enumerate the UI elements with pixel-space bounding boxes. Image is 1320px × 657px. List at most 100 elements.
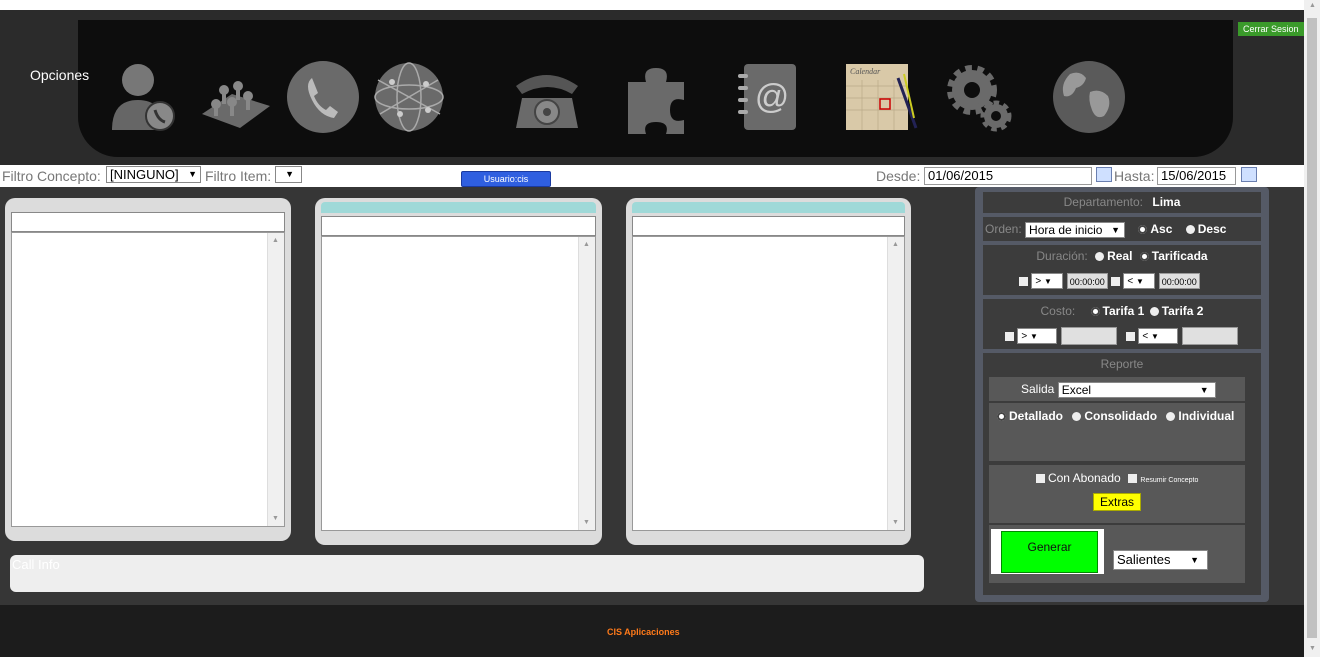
asc-label: Asc xyxy=(1150,222,1173,236)
list-scrollbar[interactable]: ▲ ▼ xyxy=(578,237,595,530)
calendar-icon[interactable]: Calendar xyxy=(840,58,918,136)
chevron-down-icon: ▼ xyxy=(1043,277,1052,286)
scroll-down-icon[interactable]: ▼ xyxy=(1309,645,1316,652)
con-abonado-checkbox[interactable]: Con Abonado xyxy=(1035,471,1121,485)
direction-select-value: Salientes xyxy=(1117,552,1171,567)
output-label: Salida xyxy=(1021,382,1055,396)
item-column: ▲ ▼ xyxy=(315,198,602,545)
calendar-icon-label: Calendar xyxy=(850,67,881,76)
calendar-picker-icon[interactable] xyxy=(1241,167,1257,182)
cost-max-input[interactable] xyxy=(1181,327,1238,345)
extras-button[interactable]: Extras xyxy=(1092,493,1141,511)
concept-list[interactable]: ▲ ▼ xyxy=(11,232,285,527)
cost-lt-select[interactable]: < ▼ xyxy=(1138,328,1179,344)
real-radio[interactable]: Real xyxy=(1095,249,1132,263)
concept-filter-select[interactable]: [NINGUNO] ▼ xyxy=(106,166,201,183)
resumir-concepto-label: Resumir Concepto xyxy=(1140,477,1199,484)
order-select[interactable]: Hora de inicio ▼ xyxy=(1025,221,1126,238)
consolidado-radio[interactable]: Consolidado xyxy=(1072,409,1157,423)
calls-list[interactable]: ▲ ▼ xyxy=(632,236,905,531)
report-extras-row: Con Abonado Resumir Concepto Extras xyxy=(989,465,1245,523)
department-row: Departamento: Lima xyxy=(983,192,1261,213)
duration-gt-value: > xyxy=(1035,276,1042,287)
resumir-concepto-checkbox[interactable]: Resumir Concepto xyxy=(1128,471,1198,485)
call-info-label: Call Info xyxy=(12,557,60,572)
radio-icon xyxy=(997,412,1006,422)
duration-min-checkbox[interactable] xyxy=(1019,276,1028,286)
desc-radio[interactable]: Desc xyxy=(1185,222,1227,236)
puzzle-icon[interactable] xyxy=(618,58,696,136)
scroll-down-icon[interactable]: ▼ xyxy=(892,519,899,526)
tarificada-radio[interactable]: Tarificada xyxy=(1139,249,1208,263)
output-select-value: Excel xyxy=(1061,382,1092,397)
scroll-down-icon[interactable]: ▼ xyxy=(272,515,279,522)
from-date-input[interactable]: 01/06/2015 xyxy=(924,167,1092,185)
radio-icon xyxy=(1185,225,1195,235)
duration-gt-select[interactable]: > ▼ xyxy=(1031,273,1064,289)
output-select[interactable]: Excel ▼ xyxy=(1057,381,1216,398)
chevron-down-icon: ▼ xyxy=(1151,332,1159,341)
calendar-picker-icon[interactable] xyxy=(1096,167,1112,182)
user-button[interactable]: Usuario:cis xyxy=(461,171,551,187)
column-header xyxy=(632,202,905,213)
con-abonado-label: Con Abonado xyxy=(1047,471,1121,485)
scroll-up-icon[interactable]: ▲ xyxy=(583,241,590,248)
cost-min-checkbox[interactable] xyxy=(1005,331,1014,341)
radio-icon xyxy=(1138,225,1148,235)
call-info-panel: Call Info xyxy=(10,555,924,592)
map-pins-icon[interactable] xyxy=(196,58,274,136)
to-date-label: Hasta: xyxy=(1114,168,1155,184)
list-scrollbar[interactable]: ▲ ▼ xyxy=(267,233,284,526)
chevron-down-icon: ▼ xyxy=(1111,224,1121,235)
order-label: Orden: xyxy=(985,222,1022,236)
cost-max-checkbox[interactable] xyxy=(1126,331,1136,341)
user-phone-icon[interactable] xyxy=(108,58,186,136)
asc-radio[interactable]: Asc xyxy=(1138,222,1172,236)
generate-button[interactable]: Generar xyxy=(1001,531,1098,573)
tarifa1-radio[interactable]: Tarifa 1 xyxy=(1090,304,1145,318)
radio-icon xyxy=(1149,307,1159,317)
item-search-input[interactable] xyxy=(321,216,596,236)
cost-gt-value: > xyxy=(1021,331,1028,342)
department-value: Lima xyxy=(1152,195,1181,209)
individual-radio[interactable]: Individual xyxy=(1166,409,1234,423)
real-label: Real xyxy=(1107,249,1133,263)
page-scrollbar[interactable]: ▲ ▼ xyxy=(1304,0,1320,657)
detallado-radio[interactable]: Detallado xyxy=(997,409,1063,423)
rotary-phone-icon[interactable] xyxy=(508,58,586,136)
chevron-down-icon: ▼ xyxy=(1029,332,1038,341)
item-filter-label: Filtro Item: xyxy=(205,168,272,184)
duration-min-input[interactable]: 00:00:00 xyxy=(1066,273,1108,289)
list-scrollbar[interactable]: ▲ ▼ xyxy=(887,237,904,530)
gears-icon[interactable] xyxy=(940,58,1018,136)
scroll-up-icon[interactable]: ▲ xyxy=(272,237,279,244)
desc-label: Desc xyxy=(1197,222,1227,236)
logout-button[interactable]: Cerrar Sesion xyxy=(1238,22,1304,36)
svg-text:@: @ xyxy=(755,78,790,116)
world-globe-icon[interactable] xyxy=(1050,58,1128,136)
item-filter-select[interactable]: ▼ xyxy=(275,166,302,183)
scroll-down-icon[interactable]: ▼ xyxy=(583,519,590,526)
scroll-up-icon[interactable]: ▲ xyxy=(1309,2,1316,9)
concept-search-input[interactable] xyxy=(11,212,285,232)
globe-network-icon[interactable] xyxy=(370,58,448,136)
direction-select[interactable]: Salientes ▼ xyxy=(1113,550,1208,570)
to-date-input[interactable]: 15/06/2015 xyxy=(1157,167,1236,185)
scrollbar-thumb[interactable] xyxy=(1307,18,1317,638)
address-book-icon[interactable]: @ xyxy=(730,58,808,136)
scroll-up-icon[interactable]: ▲ xyxy=(892,241,899,248)
cost-min-input[interactable] xyxy=(1060,327,1117,345)
chevron-down-icon: ▼ xyxy=(188,169,197,179)
output-row: Salida Excel ▼ xyxy=(989,377,1245,401)
cost-gt-select[interactable]: > ▼ xyxy=(1017,328,1058,344)
calls-search-input[interactable] xyxy=(632,216,905,236)
duration-max-checkbox[interactable] xyxy=(1111,276,1121,286)
phone-circle-icon[interactable] xyxy=(284,58,362,136)
chevron-down-icon: ▼ xyxy=(1199,384,1209,395)
item-list[interactable]: ▲ ▼ xyxy=(321,236,596,531)
tarifa2-radio[interactable]: Tarifa 2 xyxy=(1149,304,1203,318)
duration-lt-select[interactable]: < ▼ xyxy=(1123,273,1156,289)
duration-max-input[interactable]: 00:00:00 xyxy=(1158,273,1200,289)
radio-icon xyxy=(1095,252,1105,262)
tarifa1-label: Tarifa 1 xyxy=(1102,304,1145,318)
